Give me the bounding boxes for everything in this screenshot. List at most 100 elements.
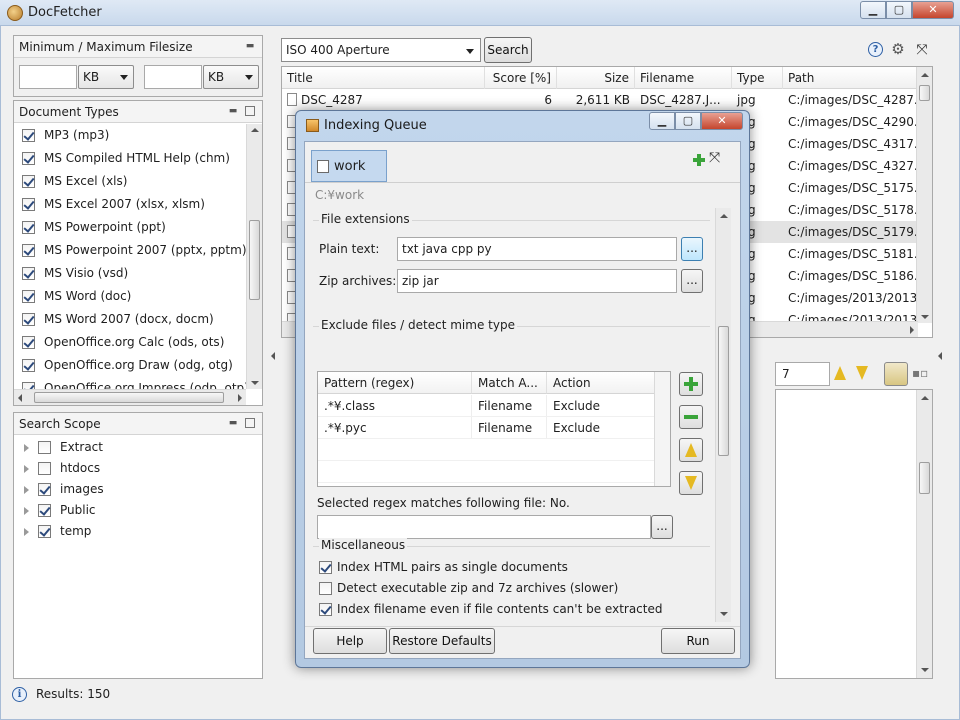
results-vscroll[interactable] bbox=[916, 67, 932, 323]
max-filesize-input[interactable] bbox=[144, 65, 202, 89]
scroll-thumb[interactable] bbox=[919, 462, 930, 494]
help-icon[interactable]: ? bbox=[868, 42, 883, 57]
close-button[interactable]: ✕ bbox=[912, 1, 954, 19]
table-row[interactable]: DSC_4287 6 2,611 KB DSC_4287.J... jpg C:/imag… bbox=[282, 89, 918, 111]
document-type-checkbox[interactable] bbox=[22, 382, 35, 389]
restore-defaults-button[interactable]: Restore Defaults bbox=[389, 628, 495, 654]
scroll-right-icon[interactable] bbox=[910, 326, 914, 334]
column-pattern[interactable]: Pattern (regex) bbox=[318, 372, 472, 394]
next-page-icon[interactable] bbox=[856, 366, 868, 380]
expand-arrow-icon[interactable] bbox=[24, 486, 29, 494]
dialog-vscroll[interactable] bbox=[715, 208, 731, 622]
search-query-combo[interactable]: ISO 400 Aperture bbox=[281, 38, 481, 62]
document-type-checkbox[interactable] bbox=[22, 244, 35, 257]
misc-option-checkbox[interactable] bbox=[319, 582, 332, 595]
maximize-button[interactable]: ▢ bbox=[886, 1, 912, 19]
dialog-minimize-button[interactable]: ▁ bbox=[649, 112, 675, 130]
document-type-checkbox[interactable] bbox=[22, 290, 35, 303]
column-type[interactable]: Type bbox=[732, 67, 783, 89]
page-number-field[interactable]: 7 bbox=[775, 362, 830, 386]
help-button[interactable]: Help bbox=[313, 628, 387, 654]
highlight-toggle-icon[interactable] bbox=[884, 362, 908, 386]
column-score[interactable]: Score [%] bbox=[485, 67, 557, 89]
column-size[interactable]: Size bbox=[557, 67, 635, 89]
expand-arrow-icon[interactable] bbox=[24, 444, 29, 452]
column-action[interactable]: Action bbox=[547, 372, 658, 394]
panel-maximize-icon[interactable] bbox=[245, 106, 255, 116]
column-filename[interactable]: Filename bbox=[635, 67, 732, 89]
scope-folder-checkbox[interactable] bbox=[38, 504, 51, 517]
collapse-left-icon[interactable] bbox=[271, 352, 275, 360]
scroll-up-icon[interactable] bbox=[251, 128, 259, 132]
search-button[interactable]: Search bbox=[484, 37, 532, 63]
document-type-item[interactable]: MS Excel 2007 (xlsx, xlsm) bbox=[20, 194, 245, 216]
move-regex-down-button[interactable] bbox=[679, 471, 703, 495]
document-type-checkbox[interactable] bbox=[22, 175, 35, 188]
document-type-item[interactable]: OpenOffice.org Draw (odg, otg) bbox=[20, 355, 245, 377]
scroll-down-icon[interactable] bbox=[921, 668, 929, 672]
expand-arrow-icon[interactable] bbox=[24, 507, 29, 515]
minimize-button[interactable]: ▁ bbox=[860, 1, 886, 19]
document-type-checkbox[interactable] bbox=[22, 267, 35, 280]
document-type-item[interactable]: OpenOffice.org Impress (odp, otp) bbox=[20, 378, 246, 389]
document-type-item[interactable]: MS Powerpoint 2007 (pptx, pptm) bbox=[20, 240, 246, 262]
min-filesize-input[interactable] bbox=[19, 65, 77, 89]
scroll-thumb[interactable] bbox=[718, 326, 729, 456]
dialog-maximize-button[interactable]: ▢ bbox=[675, 112, 701, 130]
document-type-item[interactable]: MS Excel (xls) bbox=[20, 171, 245, 193]
scroll-right-icon[interactable] bbox=[238, 394, 242, 402]
hscroll-thumb[interactable] bbox=[34, 392, 224, 403]
document-type-item[interactable]: MS Word 2007 (docx, docm) bbox=[20, 309, 245, 331]
regex-test-browse-button[interactable]: ... bbox=[651, 515, 673, 539]
plain-text-browse-button[interactable]: ... bbox=[681, 237, 703, 261]
scope-folder-item[interactable]: Public bbox=[20, 500, 240, 521]
scope-folder-checkbox[interactable] bbox=[38, 441, 51, 454]
document-type-checkbox[interactable] bbox=[22, 313, 35, 326]
panel-minimize-icon[interactable]: ▬ bbox=[228, 106, 238, 116]
column-path[interactable]: Path bbox=[783, 67, 918, 89]
remove-regex-button[interactable] bbox=[679, 405, 703, 429]
scroll-up-icon[interactable] bbox=[921, 73, 929, 77]
run-button[interactable]: Run bbox=[661, 628, 735, 654]
panel-minimize-icon[interactable]: ▬ bbox=[245, 41, 255, 51]
column-title[interactable]: Title bbox=[282, 67, 485, 89]
zip-archives-input[interactable]: zip jar bbox=[397, 269, 677, 293]
document-type-item[interactable]: MS Visio (vsd) bbox=[20, 263, 245, 285]
move-regex-up-button[interactable] bbox=[679, 438, 703, 462]
document-type-checkbox[interactable] bbox=[22, 221, 35, 234]
zip-archives-browse-button[interactable]: ... bbox=[681, 269, 703, 293]
view-options-icon[interactable]: ▪▫ bbox=[912, 366, 928, 382]
document-type-checkbox[interactable] bbox=[22, 359, 35, 372]
scope-folder-checkbox[interactable] bbox=[38, 483, 51, 496]
tab-work[interactable]: work bbox=[311, 150, 387, 182]
expand-arrow-icon[interactable] bbox=[24, 528, 29, 536]
add-regex-button[interactable] bbox=[679, 372, 703, 396]
scroll-thumb[interactable] bbox=[919, 85, 930, 101]
panel-minimize-icon[interactable]: ▬ bbox=[228, 418, 238, 428]
settings-icon[interactable]: ⚙ bbox=[890, 42, 906, 58]
misc-option-checkbox[interactable] bbox=[319, 561, 332, 574]
scroll-down-icon[interactable] bbox=[720, 612, 728, 616]
document-type-checkbox[interactable] bbox=[22, 129, 35, 142]
document-types-hscroll[interactable] bbox=[14, 389, 246, 405]
maximize-icon[interactable]: ⤧ bbox=[709, 150, 720, 166]
regex-row[interactable]: .*¥.pyc Filename Exclude bbox=[318, 417, 658, 439]
document-type-checkbox[interactable] bbox=[22, 198, 35, 211]
panel-maximize-icon[interactable] bbox=[245, 418, 255, 428]
collapse-right-icon[interactable] bbox=[938, 352, 942, 360]
column-match[interactable]: Match A... bbox=[472, 372, 547, 394]
regex-vscroll[interactable] bbox=[654, 372, 670, 486]
document-type-item[interactable]: MS Word (doc) bbox=[20, 286, 245, 308]
document-type-item[interactable]: OpenOffice.org Calc (ods, ots) bbox=[20, 332, 245, 354]
regex-row[interactable]: .*¥.class Filename Exclude bbox=[318, 395, 658, 417]
add-queue-item-icon[interactable] bbox=[693, 154, 705, 166]
document-type-checkbox[interactable] bbox=[22, 336, 35, 349]
scroll-left-icon[interactable] bbox=[18, 394, 22, 402]
scope-folder-item[interactable]: images bbox=[20, 479, 240, 500]
regex-test-file-input[interactable] bbox=[317, 515, 651, 539]
scope-folder-item[interactable]: Extract bbox=[20, 437, 240, 458]
document-type-item[interactable]: MS Compiled HTML Help (chm) bbox=[20, 148, 245, 170]
scope-folder-checkbox[interactable] bbox=[38, 525, 51, 538]
preview-vscroll[interactable] bbox=[916, 390, 932, 678]
prev-page-icon[interactable] bbox=[834, 366, 846, 380]
